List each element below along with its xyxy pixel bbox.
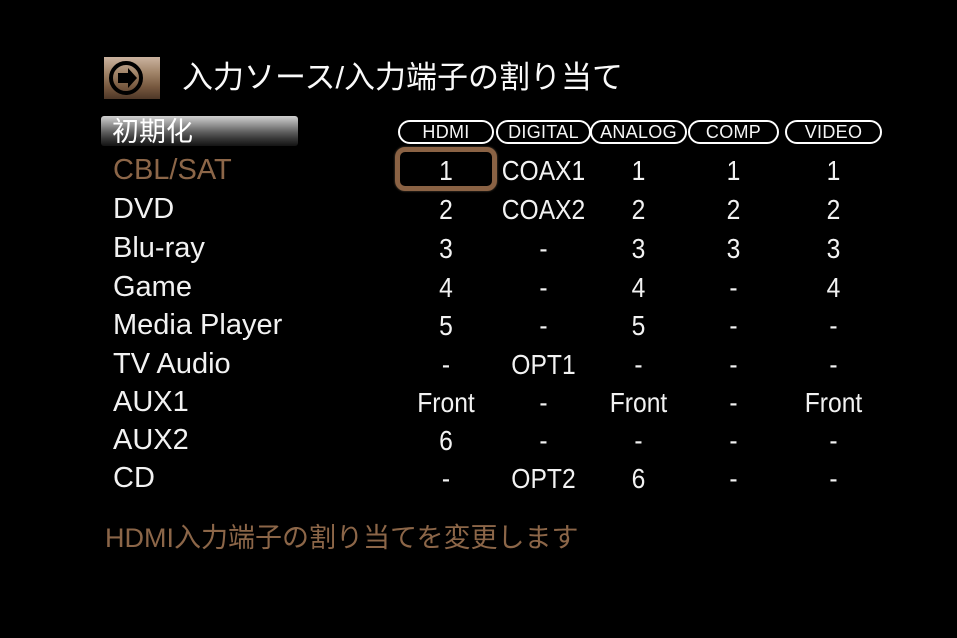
assignment-cell[interactable]: - xyxy=(791,312,876,340)
assignment-cell[interactable]: 4 xyxy=(791,274,876,302)
assignment-cell[interactable]: - xyxy=(596,351,681,379)
assignment-cell[interactable]: 2 xyxy=(404,196,488,224)
column-header-hdmi: HDMI xyxy=(398,120,494,144)
assignment-cell[interactable]: 5 xyxy=(596,312,681,340)
source-label-blu-ray[interactable]: Blu-ray xyxy=(113,234,205,263)
assignment-cell[interactable]: - xyxy=(404,465,488,493)
assignment-cell[interactable]: COAX2 xyxy=(502,196,586,224)
assignment-cell[interactable]: 1 xyxy=(596,157,681,185)
page-header: 入力ソース/入力端子の割り当て xyxy=(104,53,623,101)
assignment-cell[interactable]: - xyxy=(791,351,876,379)
assignment-cell[interactable]: OPT1 xyxy=(502,351,586,379)
assignment-cell[interactable]: COAX1 xyxy=(502,157,586,185)
assignment-cell[interactable]: 3 xyxy=(404,235,488,263)
assignment-cell[interactable]: 2 xyxy=(791,196,876,224)
page-title: 入力ソース/入力端子の割り当て xyxy=(182,59,624,95)
source-label-tv-audio[interactable]: TV Audio xyxy=(113,350,231,379)
menu-item-initialize-label: 初期化 xyxy=(112,117,193,147)
assignment-cell[interactable]: 2 xyxy=(596,196,681,224)
assignment-cell[interactable]: - xyxy=(502,389,586,417)
source-label-dvd[interactable]: DVD xyxy=(113,195,174,224)
source-label-aux2[interactable]: AUX2 xyxy=(113,426,189,455)
assignment-cell[interactable]: 3 xyxy=(693,235,773,263)
assignment-cell[interactable]: 3 xyxy=(596,235,681,263)
footer-hint-text: HDMI入力端子の割り当てを変更します xyxy=(105,523,579,553)
assignment-cell[interactable]: - xyxy=(693,465,773,493)
source-label-game[interactable]: Game xyxy=(113,273,192,302)
assignment-cell[interactable]: 5 xyxy=(404,312,488,340)
assignment-cell[interactable]: OPT2 xyxy=(502,465,586,493)
assignment-cell[interactable]: Front xyxy=(791,389,876,417)
assignment-cell[interactable]: - xyxy=(791,465,876,493)
assignment-cell[interactable]: - xyxy=(693,427,773,455)
assignment-cell[interactable]: - xyxy=(693,312,773,340)
assignment-cell[interactable]: - xyxy=(791,427,876,455)
assignment-cell[interactable]: 4 xyxy=(404,274,488,302)
column-header-analog: ANALOG xyxy=(590,120,687,144)
assignment-cell[interactable]: - xyxy=(502,427,586,455)
arrow-right-glyph xyxy=(109,61,143,95)
source-label-aux1[interactable]: AUX1 xyxy=(113,388,189,417)
assignment-cell[interactable]: 6 xyxy=(596,465,681,493)
assignment-cell[interactable]: - xyxy=(693,389,773,417)
menu-item-initialize[interactable]: 初期化 xyxy=(101,116,298,147)
assignment-cell[interactable]: - xyxy=(502,312,586,340)
assignment-cell[interactable]: - xyxy=(404,351,488,379)
column-header-comp: COMP xyxy=(688,120,779,144)
source-label-cbl-sat[interactable]: CBL/SAT xyxy=(113,156,232,185)
source-label-media-player[interactable]: Media Player xyxy=(113,311,282,340)
assignment-cell[interactable]: - xyxy=(693,351,773,379)
assignment-cell[interactable]: 2 xyxy=(693,196,773,224)
assignment-cell[interactable]: 1 xyxy=(791,157,876,185)
assignment-cell[interactable]: 1 xyxy=(693,157,773,185)
assignment-cell[interactable]: 4 xyxy=(596,274,681,302)
assignment-cell[interactable]: Front xyxy=(404,389,488,417)
selection-highlight-box[interactable] xyxy=(395,147,497,191)
assignment-cell[interactable]: - xyxy=(596,427,681,455)
assignment-cell[interactable]: - xyxy=(693,274,773,302)
column-header-video: VIDEO xyxy=(785,120,882,144)
assignment-cell[interactable]: Front xyxy=(596,389,681,417)
assignment-cell[interactable]: - xyxy=(502,274,586,302)
arrow-right-card-icon xyxy=(104,53,160,101)
assignment-cell[interactable]: - xyxy=(502,235,586,263)
column-header-digital: DIGITAL xyxy=(496,120,591,144)
assignment-cell[interactable]: 6 xyxy=(404,427,488,455)
source-label-cd[interactable]: CD xyxy=(113,464,155,493)
assignment-cell[interactable]: 3 xyxy=(791,235,876,263)
